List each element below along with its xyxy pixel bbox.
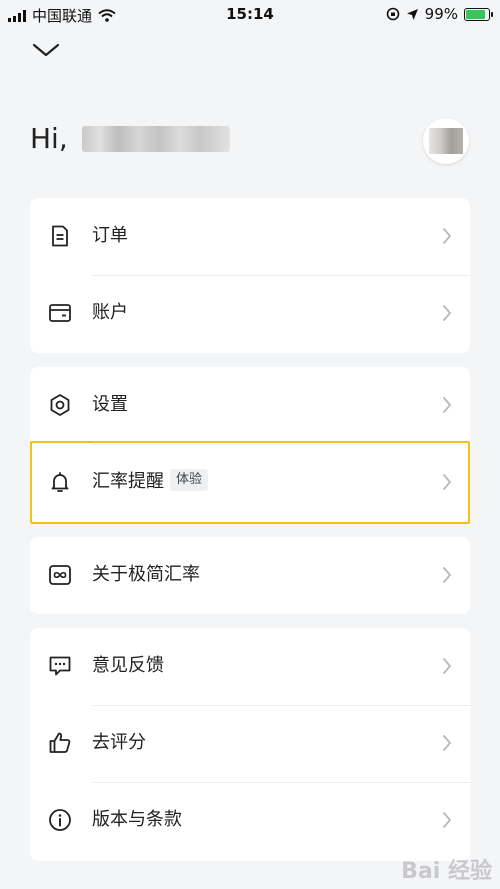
thumbs-up-icon: [49, 732, 71, 753]
menu-item-about[interactable]: 关于极简汇率: [30, 537, 470, 614]
greeting-text: Hi,: [30, 122, 68, 155]
card-settings: 设置 汇率提醒 体验: [30, 367, 470, 522]
menu-item-label: 意见反馈: [92, 655, 164, 676]
menu-item-label: 关于极简汇率: [92, 564, 200, 585]
menu-item-label: 账户: [92, 302, 128, 323]
battery-percent: 99%: [424, 5, 458, 23]
chevron-right-icon: [443, 735, 451, 751]
battery-icon: [464, 7, 493, 21]
menu-item-orders[interactable]: 订单: [30, 198, 470, 275]
bell-icon: [51, 472, 69, 492]
blurred-username: [81, 125, 230, 152]
document-icon: [52, 225, 68, 247]
baidu-jingyan-watermark: Bai 经验: [401, 859, 492, 884]
card-account: 订单 账户: [30, 198, 470, 353]
menu-item-label: 去评分: [92, 732, 146, 753]
chevron-right-icon: [443, 567, 451, 583]
card-about: 关于极简汇率: [30, 537, 470, 614]
chevron-right-icon: [443, 397, 451, 413]
menu-item-feedback[interactable]: 意见反馈: [30, 628, 470, 705]
menu-item-account[interactable]: 账户: [30, 275, 470, 352]
menu-item-label: 设置: [92, 394, 128, 415]
chevron-right-icon: [443, 305, 451, 321]
avatar[interactable]: [423, 118, 469, 164]
status-bar: 中国联通 15:14 99%: [0, 0, 500, 30]
collapse-chevron-icon[interactable]: [31, 40, 61, 60]
location-arrow-icon: [406, 8, 418, 20]
screen-lock-icon: [386, 7, 399, 21]
menu-item-label: 订单: [92, 225, 128, 246]
chevron-right-icon: [443, 228, 451, 244]
greeting: Hi,: [30, 122, 230, 155]
info-icon: [49, 809, 71, 831]
menu-item-label: 版本与条款: [92, 809, 182, 830]
menu-item-label: 汇率提醒: [92, 471, 164, 492]
chevron-right-icon: [443, 812, 451, 828]
wallet-icon: [49, 304, 71, 322]
chat-bubble-icon: [49, 656, 71, 676]
card-support: 意见反馈 去评分 版本与条款: [30, 628, 470, 861]
trial-badge: 体验: [170, 469, 209, 491]
infinity-app-icon: [49, 565, 71, 585]
chevron-right-icon: [443, 474, 451, 490]
menu-item-rate-alert[interactable]: 汇率提醒 体验: [30, 444, 470, 521]
status-right: 99%: [386, 5, 493, 23]
menu-item-version-terms[interactable]: 版本与条款: [30, 782, 470, 859]
chevron-right-icon: [443, 658, 451, 674]
menu-item-rate-us[interactable]: 去评分: [30, 705, 470, 782]
hexagon-settings-icon: [50, 394, 70, 416]
menu-item-label-wrap: 汇率提醒 体验: [92, 469, 209, 494]
menu-item-settings[interactable]: 设置: [30, 367, 470, 444]
